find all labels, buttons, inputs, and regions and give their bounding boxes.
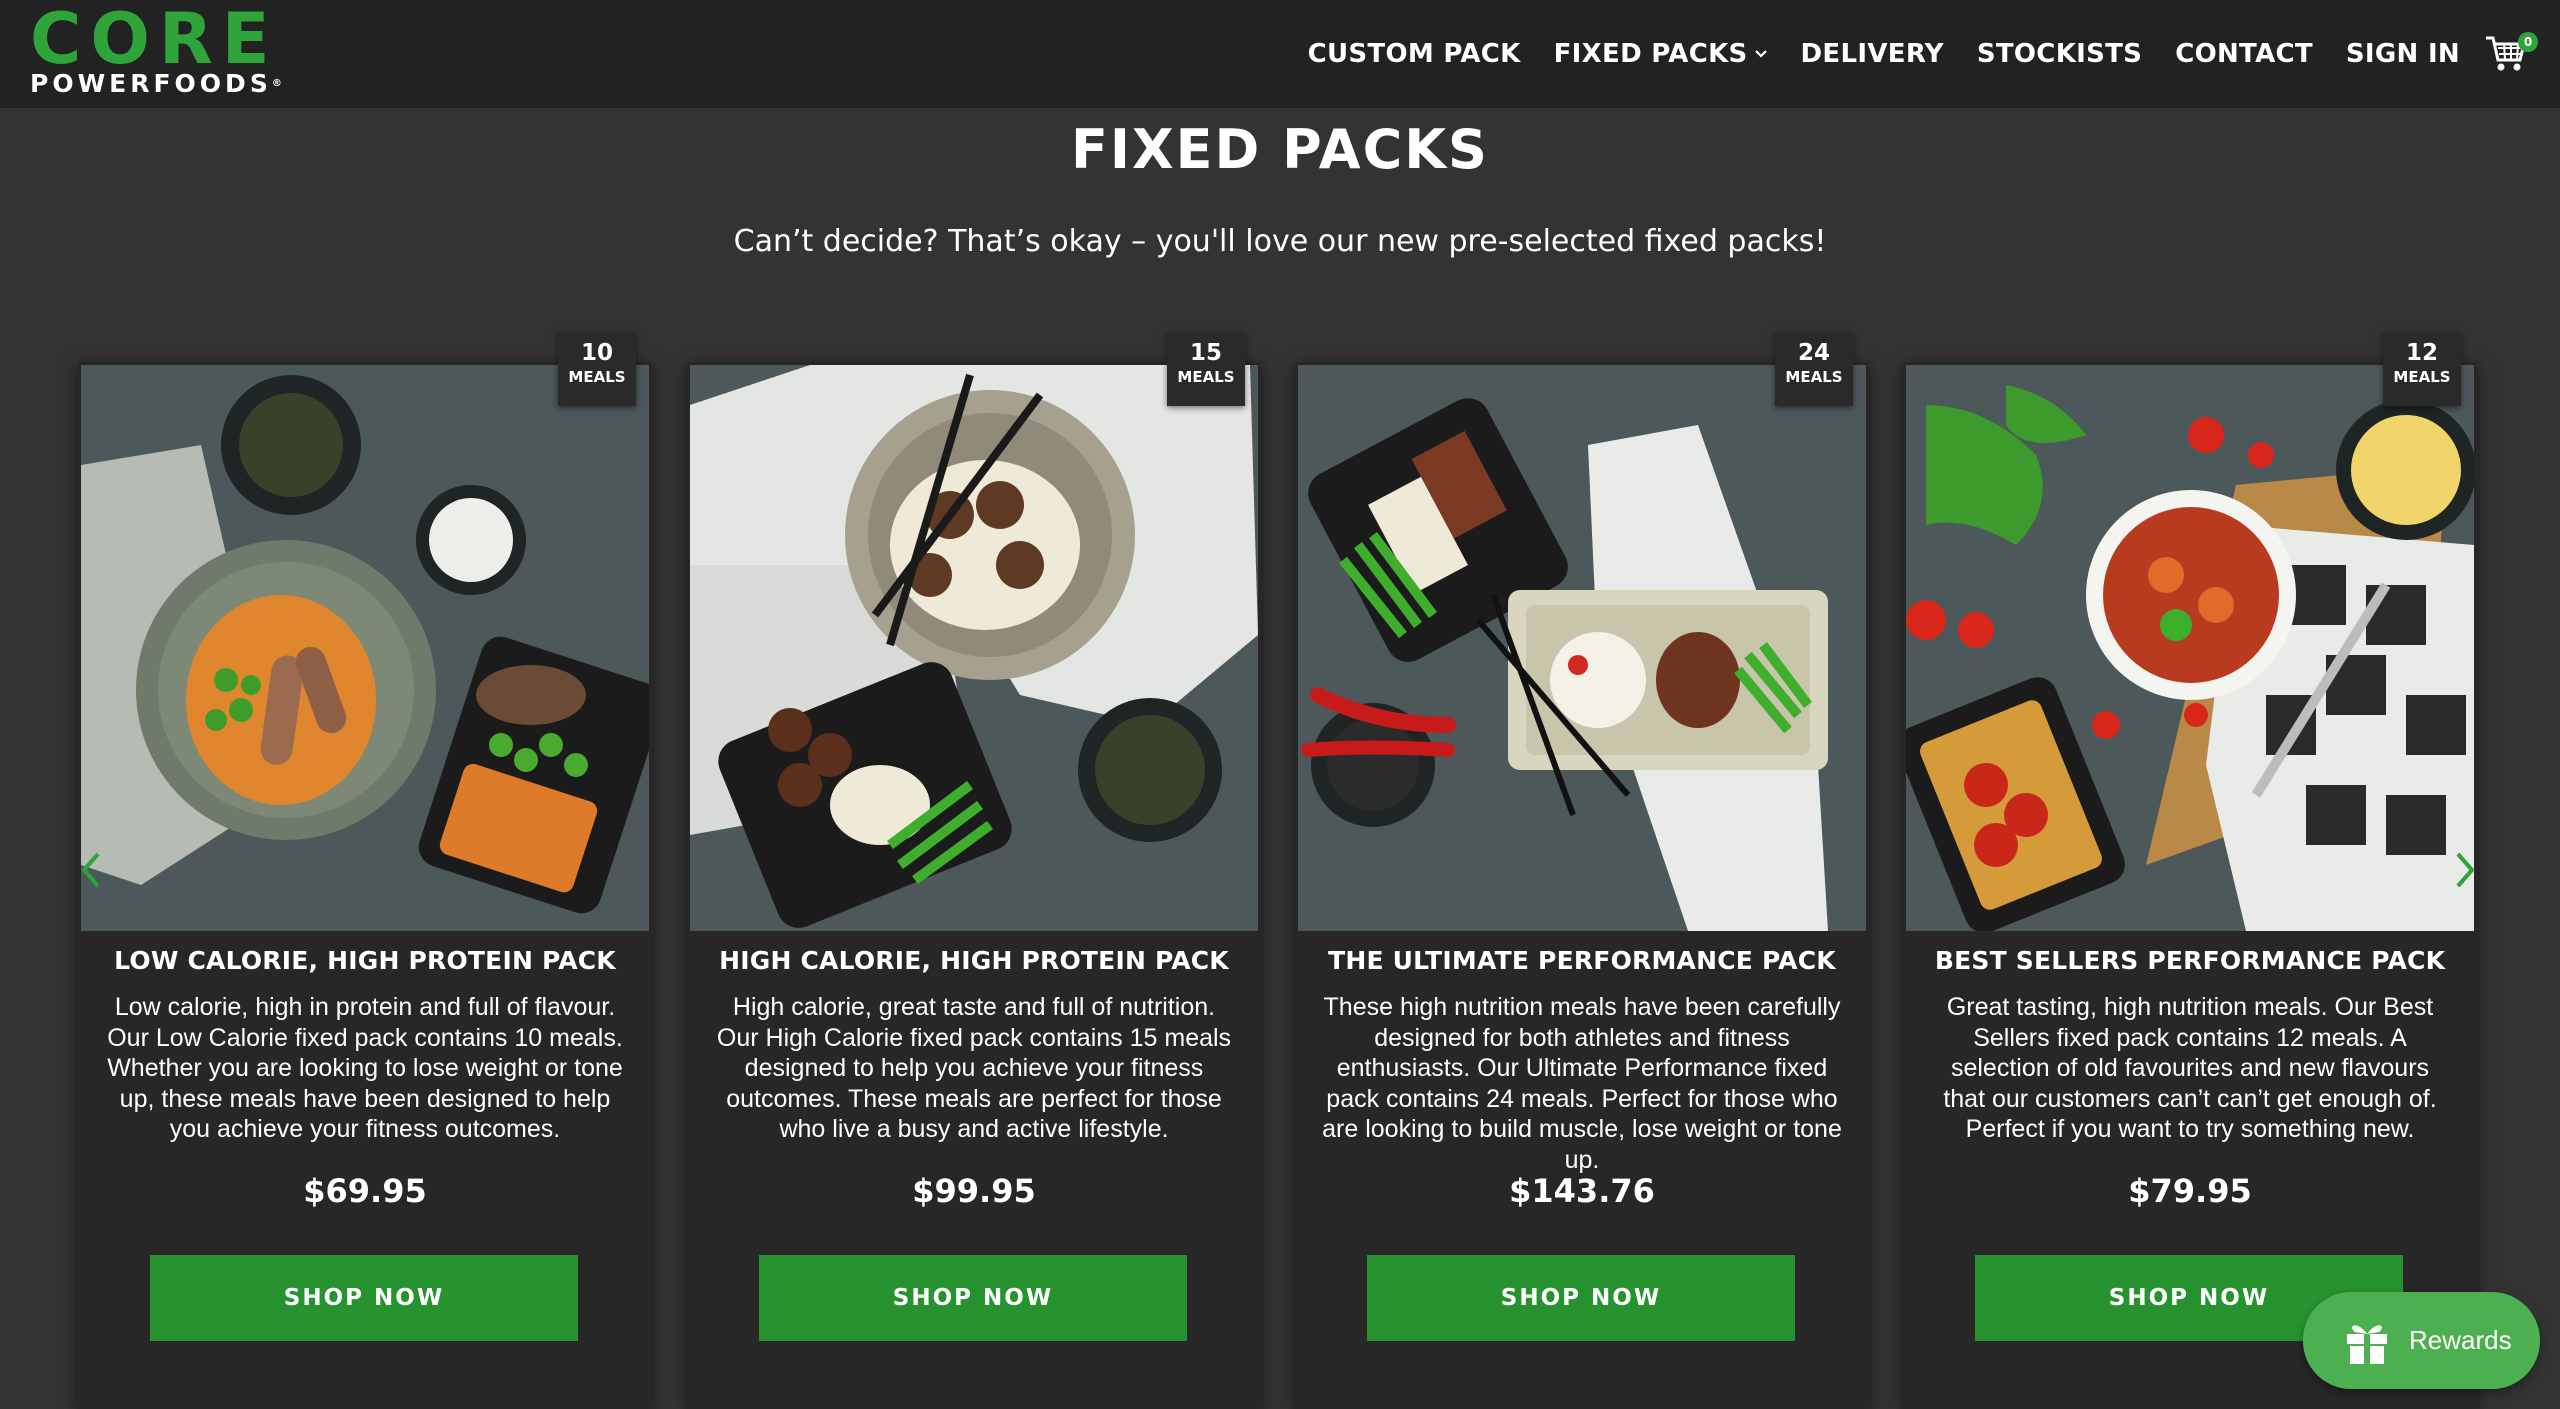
pack-image[interactable] — [1298, 365, 1866, 931]
pack-card: 10 MEALS LOW CALORIE, HIGH PROTEIN PACK … — [78, 332, 652, 1409]
gift-icon — [2347, 1324, 2387, 1364]
pack-title: LOW CALORIE, HIGH PROTEIN PACK — [114, 946, 616, 975]
nav-stockists[interactable]: STOCKISTS — [1977, 39, 2142, 69]
pack-title: HIGH CALORIE, HIGH PROTEIN PACK — [719, 946, 1229, 975]
fixed-packs-carousel: 10 MEALS LOW CALORIE, HIGH PROTEIN PACK … — [78, 332, 2478, 1409]
nav-sign-in[interactable]: SIGN IN — [2346, 39, 2460, 69]
meals-count: 15 — [1189, 340, 1222, 366]
logo-sub-label: POWERFOODS — [30, 69, 272, 98]
rewards-label: Rewards — [2409, 1325, 2512, 1355]
pack-price: $143.76 — [1509, 1172, 1655, 1210]
pack-card: 15 MEALS HIGH CALORIE, HIGH PROTEIN PACK… — [687, 332, 1261, 1409]
nav-fixed-packs-label: FIXED PACKS — [1553, 39, 1748, 69]
carousel-prev-arrow-icon[interactable] — [78, 850, 104, 890]
pack-price: $69.95 — [303, 1172, 427, 1210]
pack-description: These high nutrition meals have been car… — [1322, 993, 1842, 1174]
meal-photo — [690, 365, 1258, 931]
pack-title: BEST SELLERS PERFORMANCE PACK — [1934, 946, 2446, 975]
pack-description: Great tasting, high nutrition meals. Our… — [1943, 993, 2437, 1143]
rewards-button[interactable]: Rewards — [2303, 1292, 2540, 1389]
carousel-next-arrow-icon[interactable] — [2452, 850, 2478, 890]
pack-title: THE ULTIMATE PERFORMANCE PACK — [1328, 946, 1836, 975]
nav-custom-pack[interactable]: CUSTOM PACK — [1308, 39, 1521, 69]
logo-core-text: CORE — [30, 0, 279, 80]
logo-sub-text: POWERFOODS® — [30, 69, 282, 98]
nav-fixed-packs[interactable]: FIXED PACKS — [1554, 39, 1768, 69]
nav-delivery[interactable]: DELIVERY — [1801, 39, 1944, 69]
pack-card: 24 MEALS THE ULTIMATE PERFORMANCE PACK T… — [1295, 332, 1869, 1409]
pack-price: $79.95 — [2128, 1172, 2252, 1210]
logo[interactable]: CORE POWERFOODS® — [30, 0, 282, 102]
meals-label: MEALS — [1177, 368, 1235, 386]
meals-label: MEALS — [1785, 368, 1843, 386]
pack-image[interactable] — [1906, 365, 2474, 931]
meal-photo — [1906, 365, 2474, 931]
meals-label: MEALS — [568, 368, 626, 386]
chevron-down-icon — [1754, 50, 1767, 58]
site-header: CORE POWERFOODS® CUSTOM PACK FIXED PACKS… — [0, 0, 2560, 108]
page-title: FIXED PACKS — [1071, 118, 1489, 181]
main-nav: CUSTOM PACK FIXED PACKS DELIVERY STOCKIS… — [1308, 0, 2460, 108]
meals-count-badge: 12 MEALS — [2383, 332, 2461, 406]
registered-mark: ® — [271, 78, 282, 89]
page-subtitle: Can’t decide? That’s okay – you'll love … — [733, 224, 1827, 259]
shop-now-button[interactable]: SHOP NOW — [759, 1255, 1187, 1341]
meals-count-badge: 15 MEALS — [1167, 332, 1245, 406]
meal-photo — [81, 365, 649, 931]
meals-label: MEALS — [2393, 368, 2451, 386]
pack-card: 12 MEALS BEST SELLERS PERFORMANCE PACK G… — [1903, 332, 2477, 1409]
meals-count-badge: 10 MEALS — [558, 332, 636, 406]
cart-button[interactable]: 0 — [2480, 28, 2540, 78]
pack-image[interactable] — [81, 365, 649, 931]
shop-now-button[interactable]: SHOP NOW — [150, 1255, 578, 1341]
pack-description: High calorie, great taste and full of nu… — [716, 993, 1232, 1143]
shop-now-button[interactable]: SHOP NOW — [1367, 1255, 1795, 1341]
meals-count: 10 — [580, 340, 613, 366]
nav-contact[interactable]: CONTACT — [2175, 39, 2313, 69]
pack-description: Low calorie, high in protein and full of… — [107, 993, 623, 1143]
meals-count: 24 — [1797, 340, 1830, 366]
pack-image[interactable] — [690, 365, 1258, 931]
pack-price: $99.95 — [912, 1172, 1036, 1210]
meal-photo — [1298, 365, 1866, 931]
meals-count-badge: 24 MEALS — [1775, 332, 1853, 406]
meals-count: 12 — [2405, 340, 2438, 366]
cart-count-badge: 0 — [2518, 32, 2538, 52]
